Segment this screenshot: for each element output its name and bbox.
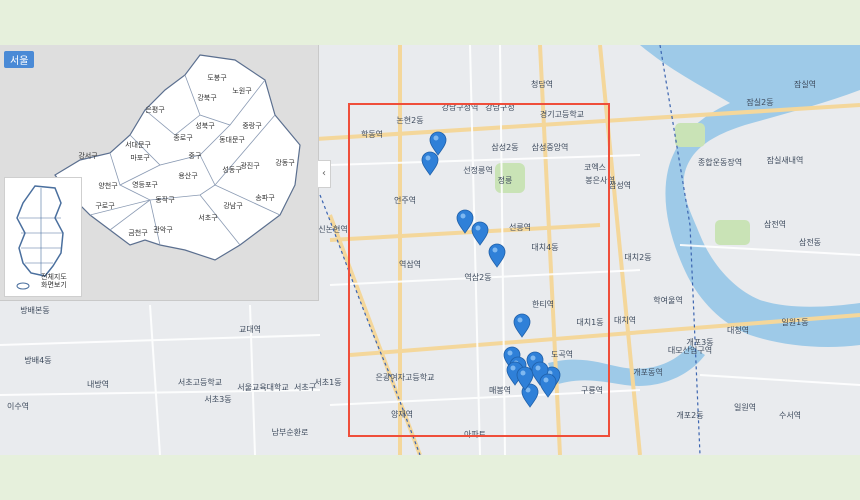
map-place-label: 방배본동 (20, 305, 49, 315)
collapse-inset-button[interactable]: ‹ (318, 160, 331, 188)
map-place-label: 잠실2동 (746, 97, 773, 107)
map-place-label: 대모산입구역 (668, 345, 712, 355)
district-label[interactable]: 중구 (189, 152, 202, 160)
map-place-label: 서울교육대학교 (237, 382, 289, 392)
seoul-inset-map[interactable]: 서울 도봉구노원구강북구은평구성북구 중랑구종로구 동대문구서대문구마포구 중구성동구… (0, 45, 319, 301)
map-place-label: 남부순환로 (272, 427, 309, 437)
map-place-label: 일원1동 (781, 318, 808, 327)
park-green (715, 220, 750, 245)
map-place-label: 잠실새내역 (767, 155, 804, 165)
map-place-label: 수서역 (779, 410, 801, 420)
district-label[interactable]: 금천구 (128, 228, 148, 237)
district-label[interactable]: 동대문구 (219, 136, 245, 144)
full-map-line2: 화면보기 (41, 281, 67, 289)
district-label[interactable]: 관악구 (153, 225, 173, 234)
map-place-label: 일원역 (734, 402, 756, 412)
district-label[interactable]: 송파구 (255, 193, 275, 202)
map-place-label: 잠실역 (794, 79, 816, 89)
district-label[interactable]: 동작구 (155, 195, 175, 204)
map-place-label: 대청역 (727, 325, 749, 335)
district-label[interactable]: 서초구 (198, 213, 218, 222)
map-place-label: 교대역 (239, 324, 261, 334)
district-label[interactable]: 성북구 (195, 121, 215, 130)
district-label[interactable]: 강남구 (223, 201, 243, 210)
map-place-label: 신논현역 (318, 224, 347, 234)
korea-overview[interactable]: 전체지도 화면보기 (4, 177, 82, 297)
map-place-label: 삼전역 (764, 219, 786, 229)
map-place-label: 대치2동 (624, 253, 651, 262)
map-place-label: 대치역 (614, 315, 636, 325)
district-label[interactable]: 광진구 (240, 161, 260, 170)
district-label[interactable]: 은평구 (145, 105, 165, 114)
map-place-label: 이수역 (7, 401, 29, 411)
map-place-label: 방배4동 (24, 355, 51, 365)
district-label[interactable]: 성동구 (222, 165, 242, 174)
map-place-label: 서초고등학교 (178, 377, 222, 387)
district-label[interactable]: 영등포구 (132, 180, 158, 189)
map-place-label: 삼전동 (799, 237, 821, 247)
district-label[interactable]: 중랑구 (242, 122, 262, 130)
map-place-label: 청담역 (531, 79, 553, 89)
map-place-label: 서초1동 (314, 378, 341, 387)
district-label[interactable]: 강동구 (275, 158, 295, 167)
selection-rectangle[interactable] (348, 103, 610, 437)
full-map-button[interactable]: 전체지도 화면보기 (41, 273, 67, 289)
district-label[interactable]: 강서구 (78, 151, 98, 160)
park-green (675, 123, 705, 147)
map-place-label: 서초3동 (204, 395, 231, 404)
map-place-label: 내방역 (87, 379, 109, 389)
district-label[interactable]: 강북구 (197, 93, 217, 102)
district-label[interactable]: 서대문구 (125, 140, 151, 149)
map-viewport[interactable]: 논현2동 학동역 강남구청역 강남구청 청담역 삼성2동 삼성중앙역 경기고등학교 언주역 선정릉… (0, 45, 860, 455)
map-place-label: 개포동역 (633, 367, 662, 377)
region-tag: 서울 (4, 51, 35, 68)
map-place-label: 서초구 (294, 383, 316, 392)
district-label[interactable]: 종로구 (173, 134, 193, 142)
full-map-line1: 전체지도 (41, 273, 67, 281)
map-place-label: 개포2동 (676, 410, 703, 420)
district-label[interactable]: 구로구 (95, 202, 115, 210)
map-place-label: 종합운동장역 (698, 157, 742, 167)
district-label[interactable]: 도봉구 (207, 74, 227, 82)
district-label[interactable]: 노원구 (232, 86, 252, 95)
district-label[interactable]: 마포구 (130, 153, 150, 162)
map-place-label: 학여울역 (653, 295, 682, 305)
district-label[interactable]: 양천구 (98, 181, 118, 190)
district-label[interactable]: 용산구 (178, 171, 198, 180)
